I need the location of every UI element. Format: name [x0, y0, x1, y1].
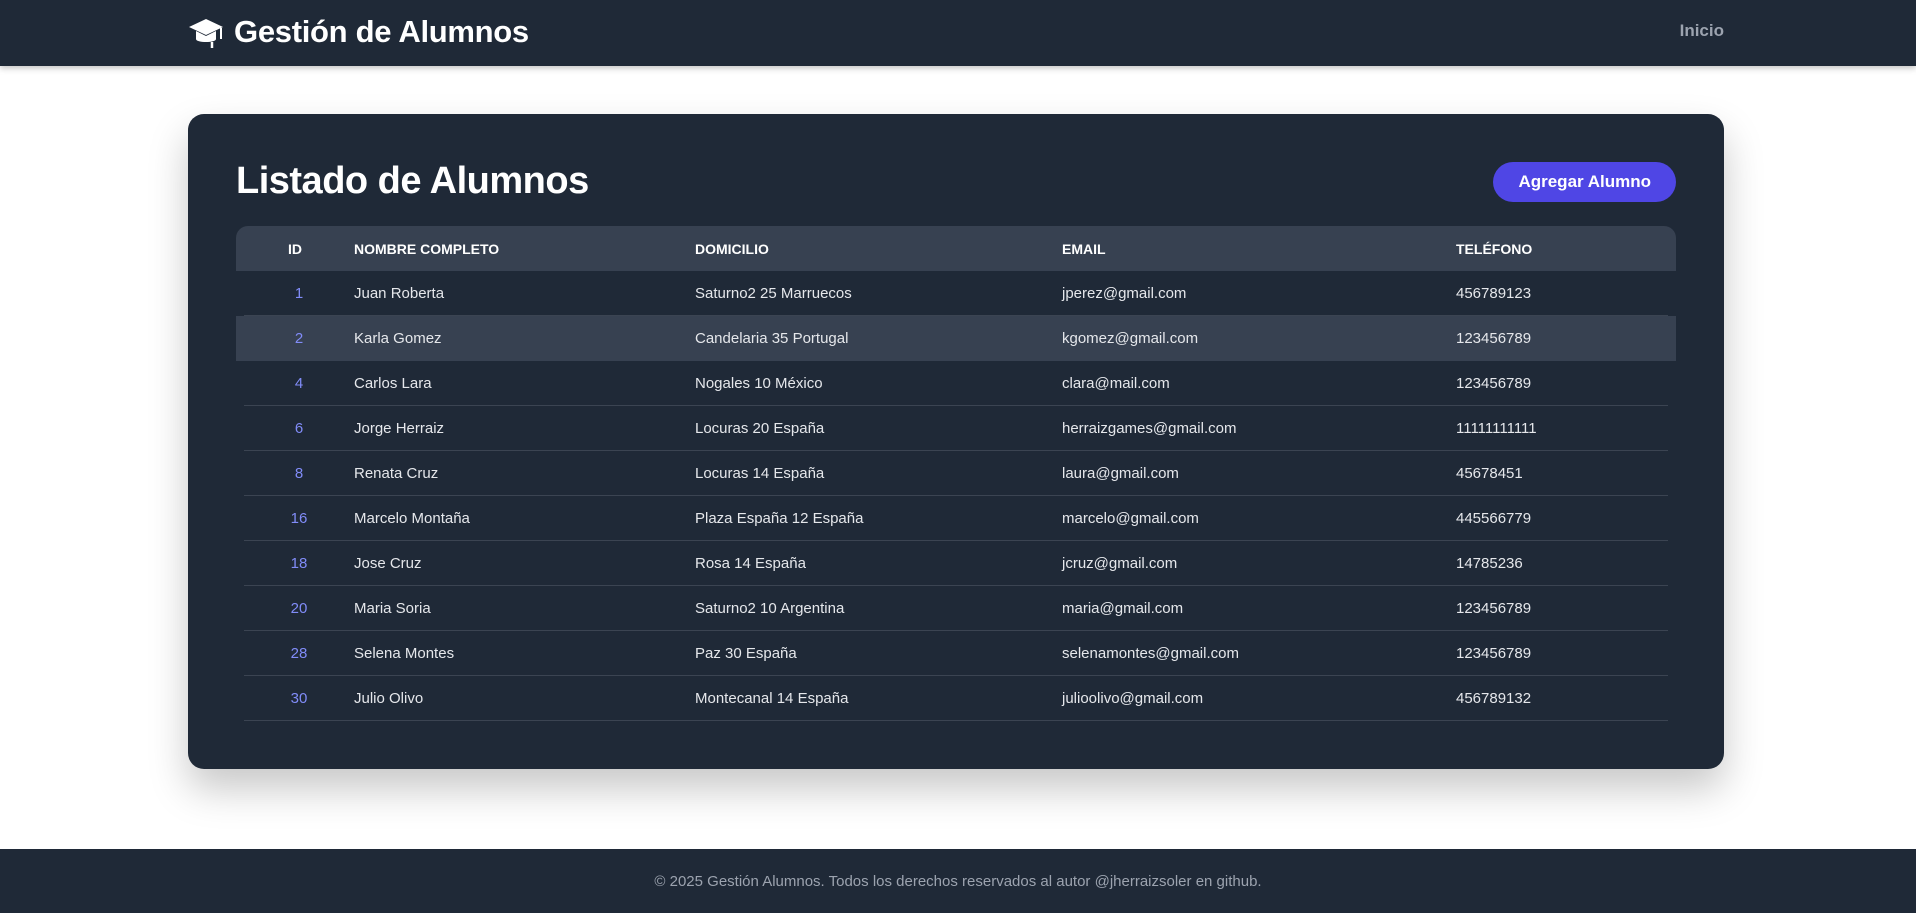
column-header-email[interactable]: EMAIL: [1062, 241, 1456, 257]
cell-phone: 123456789: [1456, 644, 1532, 662]
cell-id: 6: [294, 419, 304, 437]
cell-email: laura@gmail.com: [1062, 464, 1179, 482]
cell-email: maria@gmail.com: [1062, 599, 1184, 617]
table-row[interactable]: 6 Jorge Herraiz Locuras 20 España herraizga…: [244, 406, 1668, 451]
cell-name: Juan Roberta: [354, 284, 445, 302]
cell-id: 4: [294, 374, 304, 392]
cell-name: Jose Cruz: [354, 554, 422, 572]
nav-link-inicio[interactable]: Inicio: [1680, 21, 1724, 41]
table-row[interactable]: 4 Carlos Lara Nogales 10 México clara@mail.…: [244, 361, 1668, 406]
cell-address: Saturno2 25 Marruecos: [695, 284, 852, 302]
footer: © 2025 Gestión Alumnos. Todos los derech…: [0, 849, 1916, 913]
cell-id: 20: [290, 599, 308, 617]
table-row[interactable]: 2 Karla Gomez Candelaria 35 Portugal kgomez…: [236, 316, 1676, 361]
cell-address: Saturno2 10 Argentina: [695, 599, 845, 617]
table-row[interactable]: 18 Jose Cruz Rosa 14 España jcruz@gmail.com…: [244, 541, 1668, 586]
cell-name: Marcelo Montaña: [354, 509, 470, 527]
cell-id: 28: [290, 644, 308, 662]
cell-phone: 456789123: [1456, 284, 1532, 302]
cell-name: Jorge Herraiz: [354, 419, 445, 437]
cell-address: Montecanal 14 España: [695, 689, 849, 707]
cell-id: 18: [290, 554, 308, 572]
cell-id: 2: [294, 330, 304, 347]
cell-phone: 123456789: [1456, 374, 1532, 392]
table-row[interactable]: 16 Marcelo Montaña Plaza España 12 España m…: [244, 496, 1668, 541]
cell-phone: 11111111111: [1456, 419, 1537, 437]
cell-name: Carlos Lara: [354, 374, 432, 392]
cell-phone: 456789132: [1456, 689, 1532, 707]
cell-address: Paz 30 España: [695, 644, 797, 662]
table-row[interactable]: 20 Maria Soria Saturno2 10 Argentina maria@…: [244, 586, 1668, 631]
cell-email: jperez@gmail.com: [1062, 284, 1187, 302]
table-row[interactable]: 30 Julio Olivo Montecanal 14 España juliool…: [244, 676, 1668, 721]
students-card: Listado de Alumnos Agregar Alumno ID NOM…: [188, 114, 1724, 769]
table-body: 1 Juan Roberta Saturno2 25 Marruecos jperez…: [236, 271, 1676, 721]
add-student-button[interactable]: Agregar Alumno: [1493, 162, 1676, 202]
cell-name: Selena Montes: [354, 644, 455, 662]
page-title: Listado de Alumnos: [236, 160, 589, 202]
table-header-row: ID NOMBRE COMPLETO DOMICILIO EMAIL TELÉF…: [236, 226, 1676, 271]
cell-phone: 123456789: [1456, 330, 1532, 347]
cell-email: kgomez@gmail.com: [1062, 330, 1199, 347]
cell-phone: 45678451: [1456, 464, 1523, 482]
cell-email: clara@mail.com: [1062, 374, 1170, 392]
graduation-cap-icon: [189, 19, 223, 48]
cell-id: 1: [294, 284, 304, 302]
students-table: ID NOMBRE COMPLETO DOMICILIO EMAIL TELÉF…: [236, 226, 1676, 721]
cell-name: Renata Cruz: [354, 464, 439, 482]
cell-id: 30: [290, 689, 308, 707]
table-row[interactable]: 8 Renata Cruz Locuras 14 España laura@gmail…: [244, 451, 1668, 496]
cell-address: Candelaria 35 Portugal: [695, 330, 849, 347]
brand-link[interactable]: Gestión de Alumnos: [188, 14, 529, 50]
cell-email: herraizgames@gmail.com: [1062, 419, 1237, 437]
table-row[interactable]: 1 Juan Roberta Saturno2 25 Marruecos jperez…: [244, 271, 1668, 316]
column-header-id[interactable]: ID: [236, 241, 354, 257]
cell-name: Karla Gomez: [354, 330, 442, 347]
cell-id: 16: [290, 509, 308, 527]
cell-phone: 14785236: [1456, 554, 1523, 572]
table-row[interactable]: 28 Selena Montes Paz 30 España selenamontes…: [244, 631, 1668, 676]
brand-title: Gestión de Alumnos: [234, 14, 529, 49]
cell-address: Rosa 14 España: [695, 554, 806, 572]
column-header-phone[interactable]: TELÉFONO: [1456, 241, 1676, 257]
cell-phone: 445566779: [1456, 509, 1532, 527]
top-navbar: Gestión de Alumnos Inicio: [0, 0, 1916, 66]
cell-name: Maria Soria: [354, 599, 431, 617]
column-header-address[interactable]: DOMICILIO: [695, 241, 1062, 257]
cell-email: jcruz@gmail.com: [1062, 554, 1178, 572]
cell-email: julioolivo@gmail.com: [1062, 689, 1204, 707]
cell-email: selenamontes@gmail.com: [1062, 644, 1239, 662]
cell-id: 8: [294, 464, 304, 482]
footer-text: © 2025 Gestión Alumnos. Todos los derech…: [654, 872, 1262, 890]
cell-email: marcelo@gmail.com: [1062, 509, 1199, 527]
column-header-name[interactable]: NOMBRE COMPLETO: [354, 241, 695, 257]
cell-phone: 123456789: [1456, 599, 1532, 617]
cell-name: Julio Olivo: [354, 689, 424, 707]
cell-address: Locuras 14 España: [695, 464, 825, 482]
cell-address: Locuras 20 España: [695, 419, 825, 437]
cell-address: Plaza España 12 España: [695, 509, 864, 527]
cell-address: Nogales 10 México: [695, 374, 823, 392]
